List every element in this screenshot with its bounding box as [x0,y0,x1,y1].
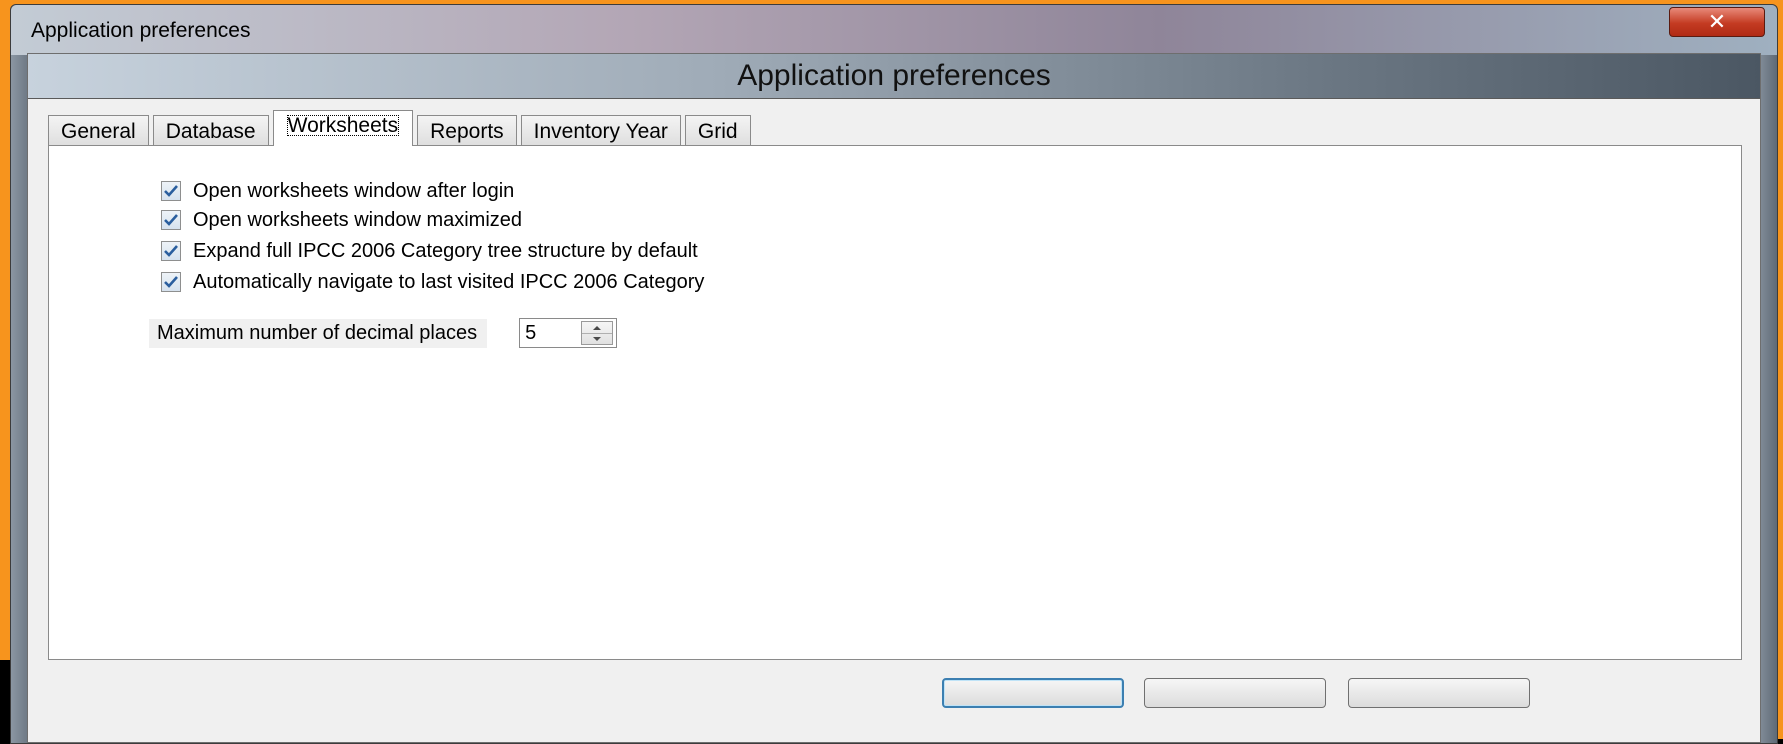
decimal-places-stepper[interactable]: 5 [519,318,618,348]
option-label: Automatically navigate to last visited I… [193,270,705,293]
window-frame-right [1761,55,1777,743]
decimal-places-row: Maximum number of decimal places 5 [149,318,618,348]
arrow-down-icon [593,336,602,341]
tab-label: Grid [697,120,738,143]
tab-worksheets[interactable]: Worksheets [272,110,414,146]
window-frame-left [11,55,27,743]
dialog-button-default[interactable] [942,678,1124,708]
option-open-after-login[interactable]: Open worksheets window after login [161,178,514,204]
option-expand-category-tree[interactable]: Expand full IPCC 2006 Category tree stru… [161,238,698,264]
title-bar[interactable]: Application preferences ✕ [11,5,1777,55]
checkmark-icon [164,185,178,197]
option-navigate-last-category[interactable]: Automatically navigate to last visited I… [161,269,704,295]
open-after-login-checkbox[interactable] [161,181,181,201]
navigate-last-category-checkbox[interactable] [161,272,181,292]
checkmark-icon [164,245,178,257]
open-maximized-checkbox[interactable] [161,210,181,230]
stepper-down-button[interactable] [582,333,612,344]
checkmark-icon [164,276,178,288]
tab-label: Inventory Year [533,120,668,143]
option-label: Open worksheets window maximized [193,208,523,231]
preferences-window: Application preferences ✕ Application pr… [10,4,1778,744]
tab-strip: General Database Worksheets Reports Inve… [48,110,755,146]
tab-general[interactable]: General [48,115,149,146]
close-button[interactable]: ✕ [1669,7,1765,37]
tab-label: Worksheets [286,114,400,137]
arrow-up-icon [593,325,602,330]
tab-label: General [61,120,136,143]
header-banner: Application preferences [28,54,1760,99]
tab-database[interactable]: Database [152,115,269,146]
dialog-button-secondary[interactable] [1144,678,1326,708]
window-title: Application preferences [31,19,251,42]
option-label: Open worksheets window after login [193,179,515,202]
decimal-places-value[interactable]: 5 [525,322,536,345]
checkmark-icon [164,214,178,226]
tab-grid[interactable]: Grid [684,115,751,146]
header-title: Application preferences [737,59,1051,92]
worksheets-panel: Open worksheets window after login Open … [48,145,1742,660]
tab-label: Reports [430,120,504,143]
stepper-buttons [581,321,614,345]
decimal-places-label: Maximum number of decimal places [149,318,488,348]
option-open-maximized[interactable]: Open worksheets window maximized [161,207,522,233]
dialog-button-tertiary[interactable] [1348,678,1530,708]
tab-inventory-year[interactable]: Inventory Year [520,115,681,146]
expand-tree-checkbox[interactable] [161,241,181,261]
tab-label: Database [165,120,256,143]
option-label: Expand full IPCC 2006 Category tree stru… [193,239,698,262]
tab-reports[interactable]: Reports [417,115,517,146]
close-icon: ✕ [1707,9,1727,34]
dialog-client-area: Application preferences General Database… [27,53,1761,743]
